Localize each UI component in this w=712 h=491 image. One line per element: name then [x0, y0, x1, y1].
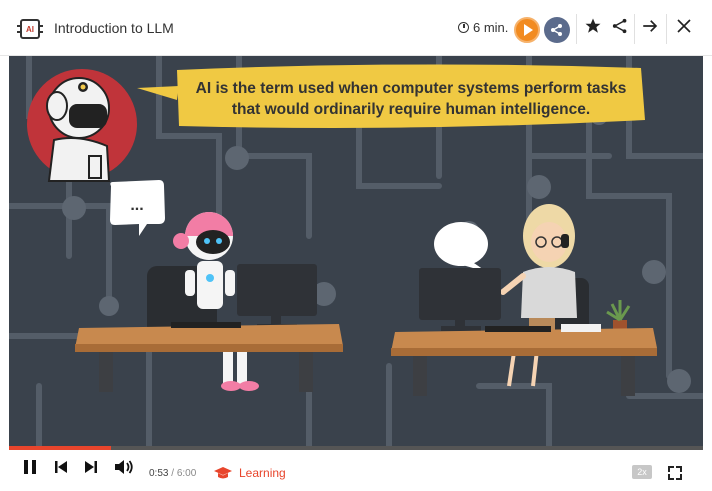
share-network-icon	[551, 24, 562, 36]
category-text: Learning	[239, 466, 286, 480]
close-icon	[677, 19, 691, 33]
time-separator: /	[168, 468, 177, 479]
skip-previous-button[interactable]	[54, 458, 68, 482]
close-button[interactable]	[675, 17, 693, 40]
favorite-button[interactable]	[584, 17, 602, 40]
share-button[interactable]	[611, 17, 629, 40]
divider	[576, 14, 577, 44]
top-bar: AI Introduction to LLM 6 min.	[0, 0, 712, 56]
app-chip-icon: AI	[17, 19, 43, 39]
clock-icon	[458, 22, 469, 33]
current-time: 0:53	[149, 468, 169, 479]
volume-button[interactable]	[114, 458, 134, 482]
star-icon	[585, 18, 601, 33]
playback-speed-button[interactable]: 2x	[632, 465, 652, 479]
robot-thinking-bubble: ...	[130, 197, 143, 214]
scene-illustration: AI is the term used when computer system…	[9, 56, 703, 448]
pause-button[interactable]	[22, 458, 38, 482]
skip-previous-icon	[55, 461, 67, 473]
share-network-button[interactable]	[544, 17, 570, 43]
divider	[634, 14, 635, 44]
play-lesson-button[interactable]	[514, 17, 540, 43]
share-icon	[612, 18, 627, 34]
category-label: Learning	[214, 466, 286, 480]
video-frame[interactable]: AI is the term used when computer system…	[9, 56, 703, 448]
narration-line-2: that would ordinarily require human inte…	[232, 101, 590, 118]
next-lesson-button[interactable]	[641, 17, 659, 40]
duration-indicator: 6 min.	[458, 20, 508, 35]
playback-time: 0:53 / 6:00	[149, 468, 196, 479]
divider	[666, 14, 667, 44]
duration-label: 6 min.	[473, 20, 509, 35]
total-time: 6:00	[176, 468, 197, 479]
arrow-right-icon	[643, 20, 658, 32]
play-icon	[524, 24, 533, 36]
lesson-title: Introduction to LLM	[54, 20, 174, 36]
skip-next-button[interactable]	[84, 458, 98, 482]
skip-next-icon	[85, 461, 97, 473]
fullscreen-button[interactable]	[668, 466, 682, 480]
pause-icon	[24, 460, 36, 474]
volume-icon	[115, 460, 133, 474]
player-controls: 0:53 / 6:00 Learning	[0, 450, 712, 491]
graduation-cap-icon	[214, 467, 232, 479]
narration-line-1: AI is the term used when computer system…	[196, 80, 627, 97]
